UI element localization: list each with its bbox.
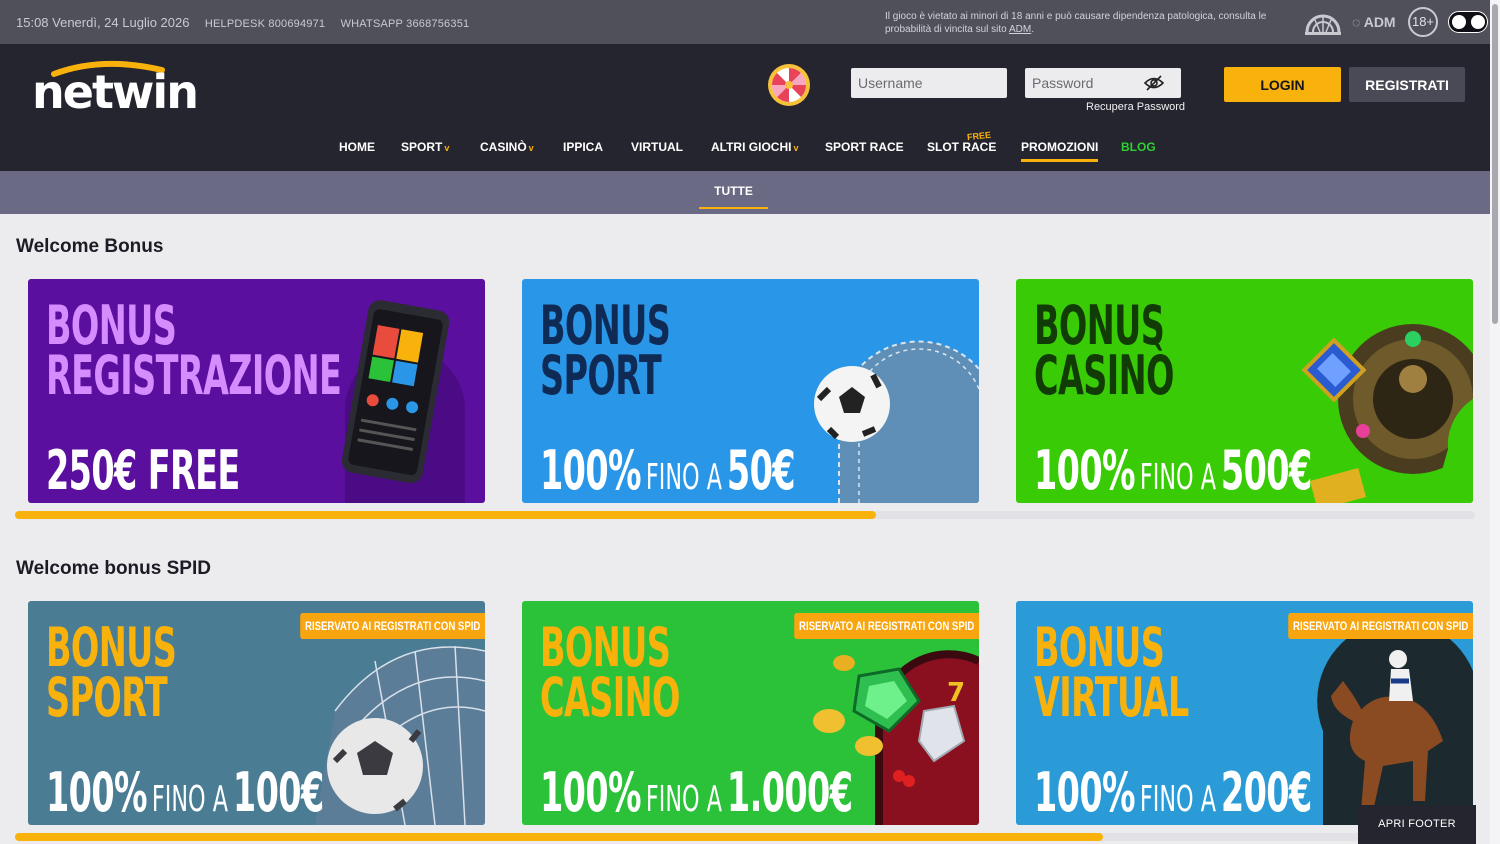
moon-icon: [1471, 15, 1485, 29]
spid-badge: RISERVATO AI REGISTRATI CON SPID: [1288, 613, 1473, 639]
card-offer: 100% FINO A500€: [1034, 439, 1312, 502]
top-info: 15:08 Venerdì, 24 Luglio 2026 HELPDESK 8…: [16, 15, 481, 30]
promo-card-bonus-casino[interactable]: BONUS CASINÒ 100% FINO A500€: [1016, 279, 1473, 503]
tab-tutte[interactable]: TUTTE: [699, 184, 768, 209]
section-title-welcome-bonus: Welcome Bonus: [16, 236, 164, 257]
card-title: BONUS VIRTUAL: [1034, 616, 1189, 729]
whatsapp-link[interactable]: WHATSAPP 3668756351: [341, 18, 470, 30]
open-footer-button[interactable]: APRI FOOTER: [1358, 805, 1476, 844]
nav-ippica[interactable]: IPPICA: [563, 140, 603, 154]
carousel-scrollbar-welcome-bonus-spid[interactable]: [15, 833, 1475, 841]
adm-emblem-icon: [1305, 14, 1341, 35]
nav-blog[interactable]: BLOG: [1121, 140, 1156, 154]
eye-off-icon[interactable]: [1144, 74, 1164, 92]
recover-password-link[interactable]: Recupera Password: [1086, 101, 1185, 113]
chevron-down-icon: v: [444, 143, 450, 153]
nav-promozioni[interactable]: PROMOZIONI: [1021, 140, 1099, 162]
svg-text:netwin: netwin: [32, 65, 197, 114]
nav-sport[interactable]: SPORT v: [401, 140, 449, 154]
promo-card-bonus-sport[interactable]: BONUS SPORT 100% FINO A50€: [522, 279, 979, 503]
chevron-down-icon: v: [528, 143, 534, 153]
helpdesk-link[interactable]: HELPDESK 800694971: [205, 18, 325, 30]
card-offer: 100% FINO A100€: [46, 761, 324, 824]
nav-slot-race[interactable]: SLOT RACE: [927, 140, 996, 154]
age-18-badge: 18+: [1408, 7, 1438, 37]
login-button[interactable]: LOGIN: [1224, 67, 1341, 102]
promo-filter-bar: TUTTE: [0, 171, 1500, 214]
scrollbar-thumb[interactable]: [15, 833, 1103, 841]
promo-card-spid-bonus-casino[interactable]: 7 RISERVATO AI REGISTRATI CON SPID BONUS…: [522, 601, 979, 825]
adm-link[interactable]: ADM: [1009, 24, 1031, 35]
card-offer: 250€ FREE: [46, 439, 240, 502]
card-offer: 100% FINO A200€: [1034, 761, 1312, 824]
disclaimer-text: Il gioco è vietato ai minori di 18 anni …: [885, 11, 1267, 35]
register-button[interactable]: REGISTRATI: [1349, 67, 1465, 102]
section-title-welcome-bonus-spid: Welcome bonus SPID: [16, 558, 211, 579]
nav-virtual[interactable]: VIRTUAL: [631, 140, 683, 154]
datetime: 15:08 Venerdì, 24 Luglio 2026: [16, 15, 190, 30]
sun-icon: [1452, 15, 1466, 29]
gambling-disclaimer: Il gioco è vietato ai minori di 18 anni …: [885, 11, 1267, 35]
username-input[interactable]: [851, 68, 1007, 98]
card-title: BONUS CASINÒ: [1034, 294, 1174, 407]
promo-card-spid-bonus-sport[interactable]: RISERVATO AI REGISTRATI CON SPID BONUS S…: [28, 601, 485, 825]
main-header: netwin Recupera Password LOGIN REGISTRAT…: [0, 44, 1500, 171]
main-nav: HOME SPORT v CASINÒ v IPPICA VIRTUAL ALTRI…: [0, 140, 1500, 166]
card-title: BONUS CASINO: [540, 616, 680, 729]
netwin-logo[interactable]: netwin: [32, 58, 202, 114]
theme-toggle[interactable]: [1448, 11, 1488, 33]
page-scrollbar[interactable]: [1490, 0, 1500, 844]
scrollbar-thumb[interactable]: [15, 511, 877, 519]
prize-wheel-icon[interactable]: [767, 63, 811, 107]
card-offer: 100% FINO A50€: [540, 439, 796, 502]
svg-text:7: 7: [947, 678, 965, 708]
top-bar: 15:08 Venerdì, 24 Luglio 2026 HELPDESK 8…: [0, 0, 1500, 44]
spid-badge: RISERVATO AI REGISTRATI CON SPID: [300, 613, 485, 639]
promo-card-bonus-registrazione[interactable]: BONUS REGISTRAZIONE 250€ FREE: [28, 279, 485, 503]
promo-card-spid-bonus-virtual[interactable]: RISERVATO AI REGISTRATI CON SPID BONUS V…: [1016, 601, 1473, 825]
spid-badge: RISERVATO AI REGISTRATI CON SPID: [794, 613, 979, 639]
nav-home[interactable]: HOME: [339, 140, 375, 154]
casino-gems-icon: [1301, 324, 1473, 503]
card-title: BONUS SPORT: [540, 294, 671, 407]
card-title: BONUS SPORT: [46, 616, 177, 729]
chevron-down-icon: v: [793, 143, 799, 153]
nav-altri-giochi[interactable]: ALTRI GIOCHI v: [711, 140, 798, 154]
nav-sport-race[interactable]: SPORT RACE: [825, 140, 904, 154]
page-scrollbar-thumb[interactable]: [1492, 4, 1498, 324]
soccer-ball-icon: [814, 340, 979, 503]
card-offer: 100% FINO A1.000€: [540, 761, 853, 824]
nav-casino[interactable]: CASINÒ v: [480, 140, 534, 154]
adm-label: ◌ ADM: [1352, 14, 1396, 30]
card-title: BONUS REGISTRAZIONE: [46, 294, 342, 407]
carousel-scrollbar-welcome-bonus[interactable]: [15, 511, 1475, 519]
